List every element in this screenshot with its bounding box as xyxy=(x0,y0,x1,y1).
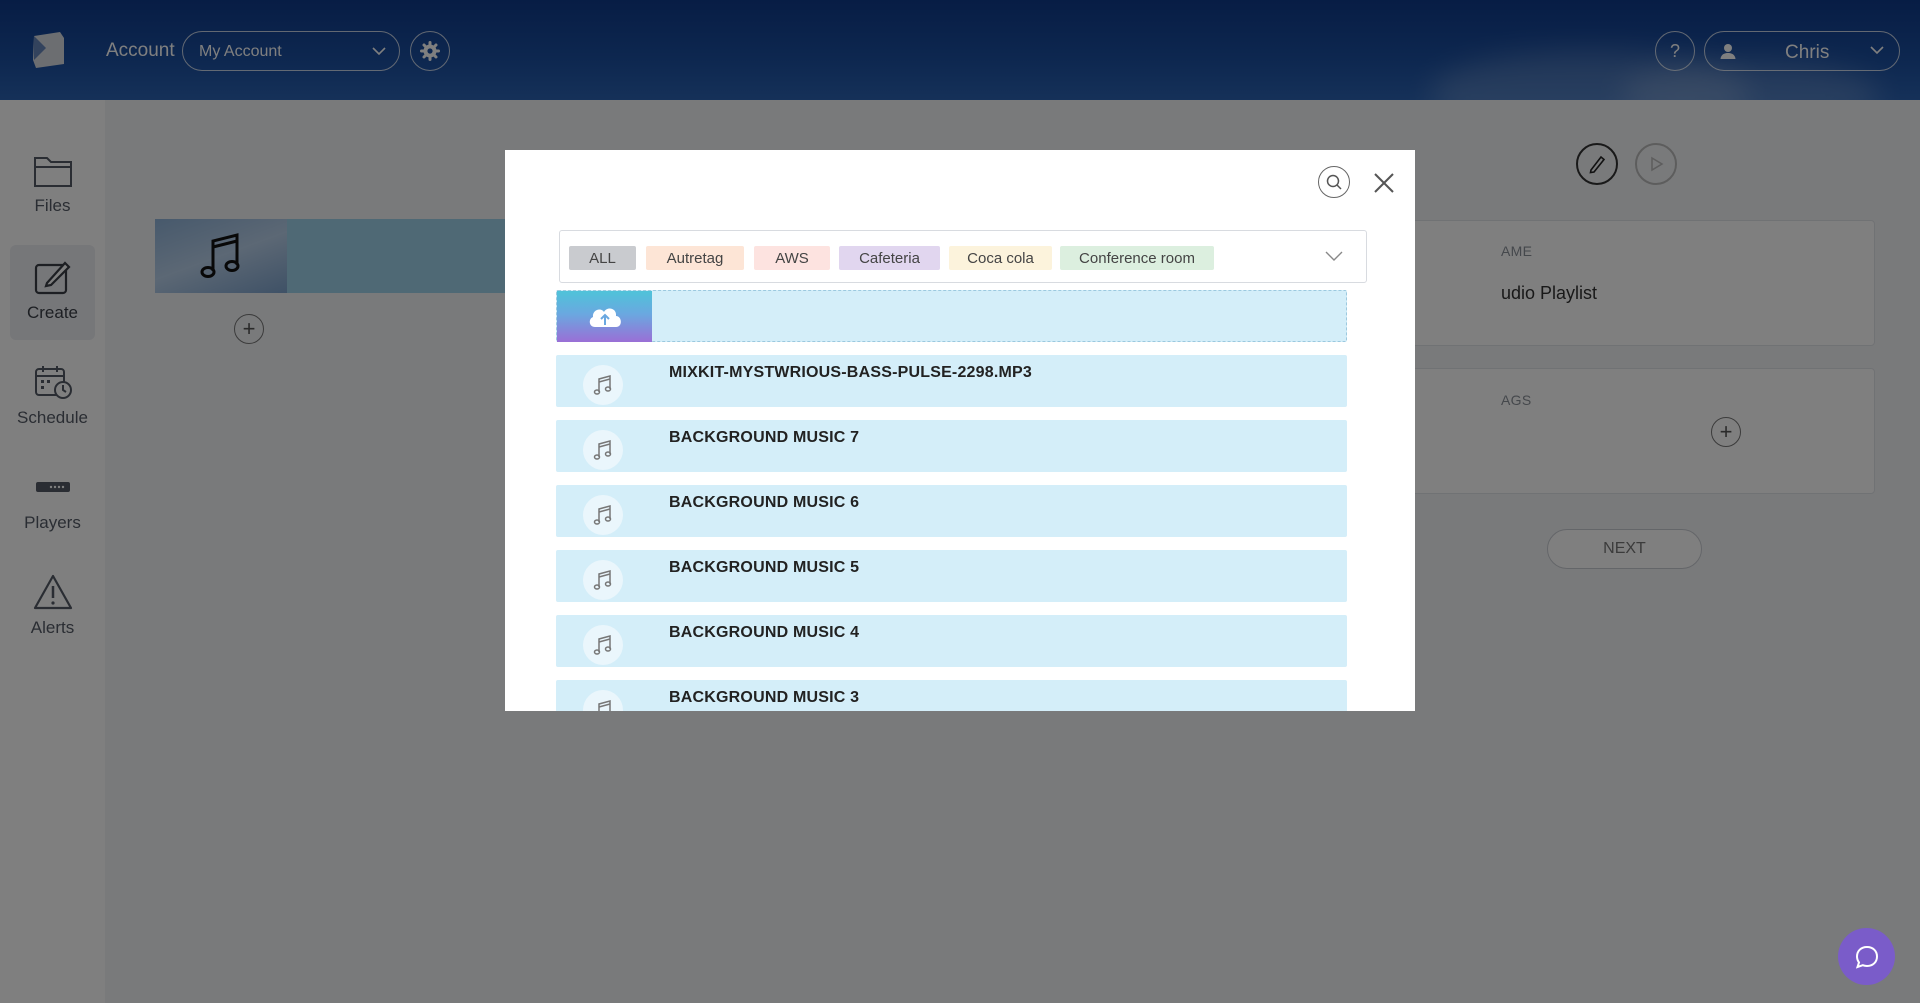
upload-dropzone[interactable] xyxy=(556,290,1347,342)
file-name: BACKGROUND MUSIC 4 xyxy=(669,624,860,641)
tag-label: Coca cola xyxy=(967,249,1034,267)
file-name: BACKGROUND MUSIC 6 xyxy=(669,494,860,511)
file-name: BACKGROUND MUSIC 7 xyxy=(669,429,860,446)
chat-bubble-icon xyxy=(1855,945,1878,969)
tag-label: Conference room xyxy=(1079,249,1195,267)
tag-all[interactable]: ALL xyxy=(569,246,636,270)
tag-label: Cafeteria xyxy=(859,249,920,267)
chat-support-button[interactable] xyxy=(1838,928,1895,985)
tag-autretag[interactable]: Autretag xyxy=(646,246,744,270)
file-picker-modal: ALL Autretag AWS Cafeteria Coca cola Con… xyxy=(505,150,1415,711)
audio-file-icon xyxy=(583,365,623,405)
upload-tile[interactable] xyxy=(557,291,652,342)
audio-file-icon xyxy=(583,495,623,535)
search-icon xyxy=(1326,174,1342,190)
audio-file-icon xyxy=(583,430,623,470)
file-row[interactable]: MIXKIT-MYSTWRIOUS-BASS-PULSE-2298.MP3 xyxy=(556,355,1347,407)
cloud-upload-icon xyxy=(589,308,621,327)
tag-label: ALL xyxy=(589,249,616,267)
close-icon[interactable] xyxy=(1371,170,1397,196)
tag-label: AWS xyxy=(775,249,809,267)
tag-filter[interactable]: ALL Autretag AWS Cafeteria Coca cola Con… xyxy=(559,230,1367,283)
audio-file-icon xyxy=(583,560,623,600)
file-row[interactable]: BACKGROUND MUSIC 5 xyxy=(556,550,1347,602)
audio-file-icon xyxy=(583,625,623,665)
search-button[interactable] xyxy=(1318,166,1350,198)
file-row[interactable]: BACKGROUND MUSIC 7 xyxy=(556,420,1347,472)
tag-conference-room[interactable]: Conference room xyxy=(1060,246,1214,270)
file-row[interactable]: BACKGROUND MUSIC 4 xyxy=(556,615,1347,667)
file-name: MIXKIT-MYSTWRIOUS-BASS-PULSE-2298.MP3 xyxy=(669,364,1033,381)
chevron-down-icon[interactable] xyxy=(1324,249,1344,263)
file-row[interactable]: BACKGROUND MUSIC 3 xyxy=(556,680,1347,711)
file-name: BACKGROUND MUSIC 3 xyxy=(669,689,860,706)
tag-cafeteria[interactable]: Cafeteria xyxy=(839,246,940,270)
tag-coca-cola[interactable]: Coca cola xyxy=(949,246,1052,270)
tag-label: Autretag xyxy=(666,249,724,267)
audio-file-icon xyxy=(583,690,623,711)
file-row[interactable]: BACKGROUND MUSIC 6 xyxy=(556,485,1347,537)
file-name: BACKGROUND MUSIC 5 xyxy=(669,559,860,576)
tag-aws[interactable]: AWS xyxy=(754,246,830,270)
